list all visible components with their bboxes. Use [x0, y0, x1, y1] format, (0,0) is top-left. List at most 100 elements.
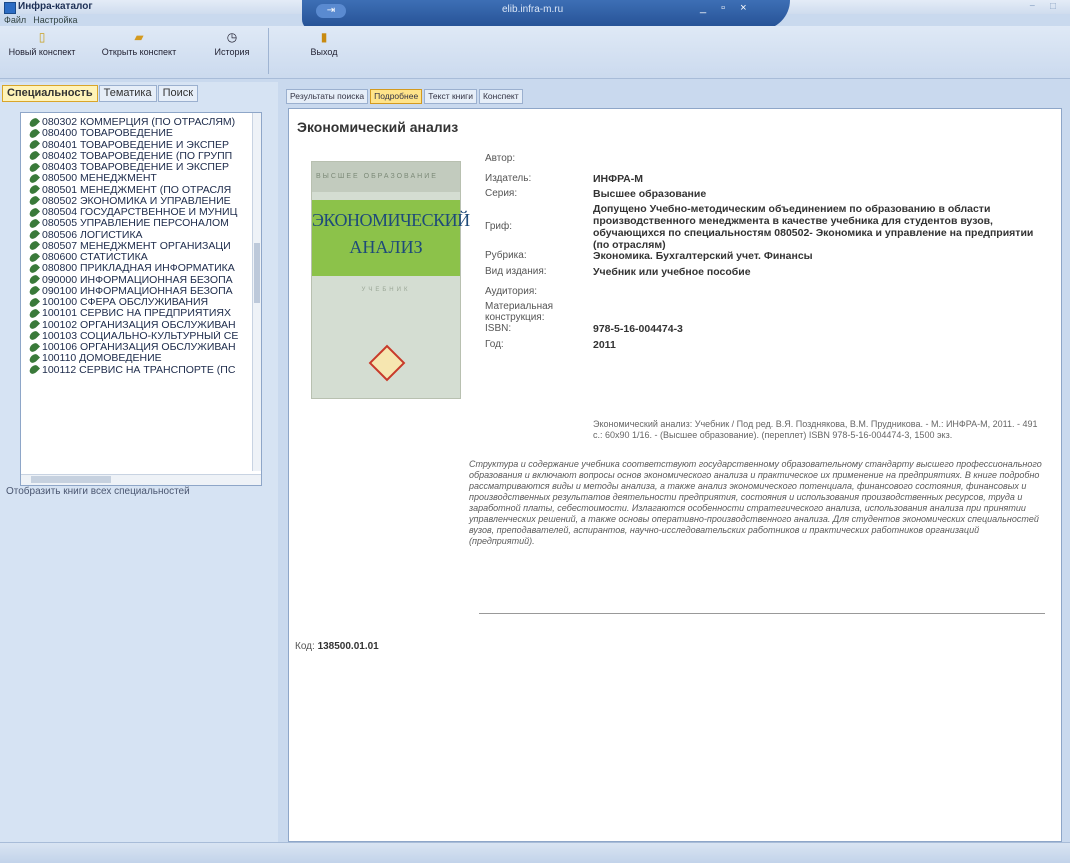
tree-item[interactable]: 080504 ГОСУДАРСТВЕННОЕ И МУНИЦ: [29, 207, 255, 219]
toolbar: ▯ Новый конспект ▰ Открыть конспект ◷ Ис…: [0, 26, 1070, 79]
book-icon: [29, 240, 41, 252]
book-icon: [29, 184, 41, 196]
tree-item[interactable]: 100100 СФЕРА ОБСЛУЖИВАНИЯ: [29, 297, 255, 309]
tab-book-text[interactable]: Текст книги: [424, 89, 477, 104]
metadata-label: Автор:: [485, 153, 516, 164]
tree-list: 080302 КОММЕРЦИЯ (ПО ОТРАСЛЯМ) 080400 ТОВ…: [29, 117, 255, 376]
clock-icon: ◷: [226, 30, 238, 44]
tree-item-label: 080800 ПРИКЛАДНАЯ ИНФОРМАТИКА: [42, 263, 235, 275]
history-button[interactable]: ◷ История: [204, 30, 260, 57]
tree-item[interactable]: 080400 ТОВАРОВЕДЕНИЕ: [29, 128, 255, 140]
metadata-value: 978-5-16-004474-3: [593, 323, 683, 335]
menu-settings[interactable]: Настройка: [33, 15, 77, 25]
tree-item-label: 080502 ЭКОНОМИКА И УПРАВЛЕНИЕ: [42, 195, 231, 207]
tree-item-label: 080403 ТОВАРОВЕДЕНИЕ И ЭКСПЕР: [42, 162, 229, 173]
exit-door-icon: ▮: [320, 30, 328, 44]
tree-item[interactable]: 100112 СЕРВИС НА ТРАНСПОРТЕ (ПС: [29, 364, 255, 376]
book-icon: [29, 330, 41, 342]
book-annotation: Структура и содержание учебника соответс…: [469, 459, 1042, 546]
tree-item[interactable]: 080501 МЕНЕДЖМЕНТ (ПО ОТРАСЛЯ: [29, 184, 255, 196]
tree-item[interactable]: 080800 ПРИКЛАДНАЯ ИНФОРМАТИКА: [29, 263, 255, 275]
specialty-tree[interactable]: 080302 КОММЕРЦИЯ (ПО ОТРАСЛЯМ) 080400 ТОВ…: [20, 112, 262, 486]
tree-item[interactable]: 100101 СЕРВИС НА ПРЕДПРИЯТИЯХ: [29, 308, 255, 320]
right-tabs: Результаты поиска Подробнее Текст книги Кон…: [286, 89, 525, 104]
tree-item[interactable]: 080401 ТОВАРОВЕДЕНИЕ И ЭКСПЕР: [29, 139, 255, 151]
tree-item[interactable]: 100102 ОРГАНИЗАЦИЯ ОБСЛУЖИВАН: [29, 319, 255, 331]
tree-item-label: 080505 УПРАВЛЕНИЕ ПЕРСОНАЛОМ: [42, 218, 229, 230]
cover-series: ВЫСШЕЕ ОБРАЗОВАНИЕ: [316, 173, 438, 180]
cover-subtitle: УЧЕБНИК: [361, 287, 411, 293]
tree-item-label: 090100 ИНФОРМАЦИОННАЯ БЕЗОПА: [42, 285, 233, 297]
tab-search[interactable]: Поиск: [157, 85, 199, 102]
tree-vertical-scrollbar[interactable]: [252, 113, 261, 471]
tree-item[interactable]: 090100 ИНФОРМАЦИОННАЯ БЕЗОПА: [29, 285, 255, 297]
tree-item-label: 100112 СЕРВИС НА ТРАНСПОРТЕ (ПС: [42, 364, 236, 376]
tree-item[interactable]: 080505 УПРАВЛЕНИЕ ПЕРСОНАЛОМ: [29, 218, 255, 230]
code-value: 138500.01.01: [317, 641, 379, 652]
book-icon: [29, 117, 41, 129]
tab-search-results[interactable]: Результаты поиска: [286, 89, 369, 104]
book-icon: [29, 252, 41, 264]
metadata-value: Допущено Учебно-методическим объединение…: [593, 203, 1034, 251]
tab-topics[interactable]: Тематика: [98, 85, 157, 102]
show-all-link[interactable]: Отобразить книги всех специальностей: [6, 486, 190, 497]
hscroll-thumb[interactable]: [31, 476, 111, 483]
book-icon: [29, 308, 41, 320]
tree-item-label: 100106 ОРГАНИЗАЦИЯ ОБСЛУЖИВАН: [42, 342, 236, 353]
tree-item-label: 090000 ИНФОРМАЦИОННАЯ БЕЗОПА: [42, 274, 233, 286]
book-icon: [29, 150, 41, 162]
tree-item[interactable]: 080507 МЕНЕДЖМЕНТ ОРГАНИЗАЦИ: [29, 240, 255, 252]
tree-item[interactable]: 090000 ИНФОРМАЦИОННАЯ БЕЗОПА: [29, 274, 255, 286]
tree-item[interactable]: 080506 ЛОГИСТИКА: [29, 229, 255, 241]
tree-item[interactable]: 080403 ТОВАРОВЕДЕНИЕ И ЭКСПЕР: [29, 162, 255, 174]
window-buttons[interactable]: _ ▫ ×: [700, 2, 753, 14]
tree-item[interactable]: 080502 ЭКОНОМИКА И УПРАВЛЕНИЕ: [29, 195, 255, 207]
book-icon: [29, 229, 41, 241]
metadata-label: Гриф:: [485, 221, 513, 232]
tree-item[interactable]: 080600 СТАТИСТИКА: [29, 252, 255, 264]
new-notes-button[interactable]: ▯ Новый конспект: [4, 30, 80, 57]
menu-file[interactable]: Файл: [4, 15, 26, 25]
details-content: Экономический анализ ВЫСШЕЕ ОБРАЗОВАНИЕ …: [288, 108, 1062, 842]
tree-item[interactable]: 100103 СОЦИАЛЬНО-КУЛЬТУРНЫЙ СЕ: [29, 330, 255, 342]
tree-item-label: 100102 ОРГАНИЗАЦИЯ ОБСЛУЖИВАН: [42, 319, 236, 331]
tree-item[interactable]: 100106 ОРГАНИЗАЦИЯ ОБСЛУЖИВАН: [29, 342, 255, 354]
window-controls[interactable]: − □: [1029, 1, 1062, 12]
scroll-thumb[interactable]: [254, 243, 260, 303]
tree-item-label: 100103 СОЦИАЛЬНО-КУЛЬТУРНЫЙ СЕ: [42, 330, 239, 342]
tree-item-label: 100100 СФЕРА ОБСЛУЖИВАНИЯ: [42, 297, 209, 308]
book-icon: [29, 162, 41, 174]
tree-item-label: 100110 ДОМОВЕДЕНИЕ: [42, 353, 162, 365]
tree-item[interactable]: 100110 ДОМОВЕДЕНИЕ: [29, 353, 255, 365]
tree-item-label: 100101 СЕРВИС НА ПРЕДПРИЯТИЯХ: [42, 308, 231, 320]
exit-label: Выход: [310, 47, 338, 57]
tree-item[interactable]: 080500 МЕНЕДЖМЕНТ: [29, 173, 255, 185]
book-cover[interactable]: ВЫСШЕЕ ОБРАЗОВАНИЕ ЭКОНОМИЧЕСКИЙ АНАЛИЗ …: [311, 161, 470, 399]
book-icon: [29, 173, 41, 185]
book-icon: [29, 364, 41, 376]
tree-item[interactable]: 080402 ТОВАРОВЕДЕНИЕ (ПО ГРУПП: [29, 150, 255, 162]
metadata-value: ИНФРА-М: [593, 173, 643, 185]
tab-specialty[interactable]: Специальность: [2, 85, 98, 102]
exit-button[interactable]: ▮ Выход: [306, 30, 342, 57]
tab-details[interactable]: Подробнее: [370, 89, 423, 104]
expand-icon[interactable]: ⇥: [316, 4, 346, 18]
metadata-label: Год:: [485, 339, 504, 350]
open-notes-button[interactable]: ▰ Открыть конспект: [96, 30, 182, 57]
book-icon: [29, 139, 41, 151]
toolbar-separator: [268, 28, 269, 74]
tree-horizontal-scrollbar[interactable]: [21, 474, 261, 485]
book-icon: [29, 195, 41, 207]
left-panel: Специальность Тематика Поиск 080302 КОММЕР…: [0, 82, 278, 842]
tree-item[interactable]: 080302 КОММЕРЦИЯ (ПО ОТРАСЛЯМ): [29, 117, 255, 129]
book-icon: [29, 297, 41, 309]
book-code: Код: 138500.01.01: [295, 641, 379, 652]
metadata-label: Рубрика:: [485, 250, 527, 261]
tree-item-label: 080600 СТАТИСТИКА: [42, 252, 148, 263]
cover-title-line1: ЭКОНОМИЧЕСКИЙ: [312, 210, 470, 230]
tab-notes[interactable]: Конспект: [478, 89, 523, 104]
publisher-logo-icon: [368, 344, 406, 382]
book-icon: [29, 353, 41, 365]
metadata-value: Учебник или учебное пособие: [593, 266, 751, 278]
book-icon: [29, 263, 41, 275]
